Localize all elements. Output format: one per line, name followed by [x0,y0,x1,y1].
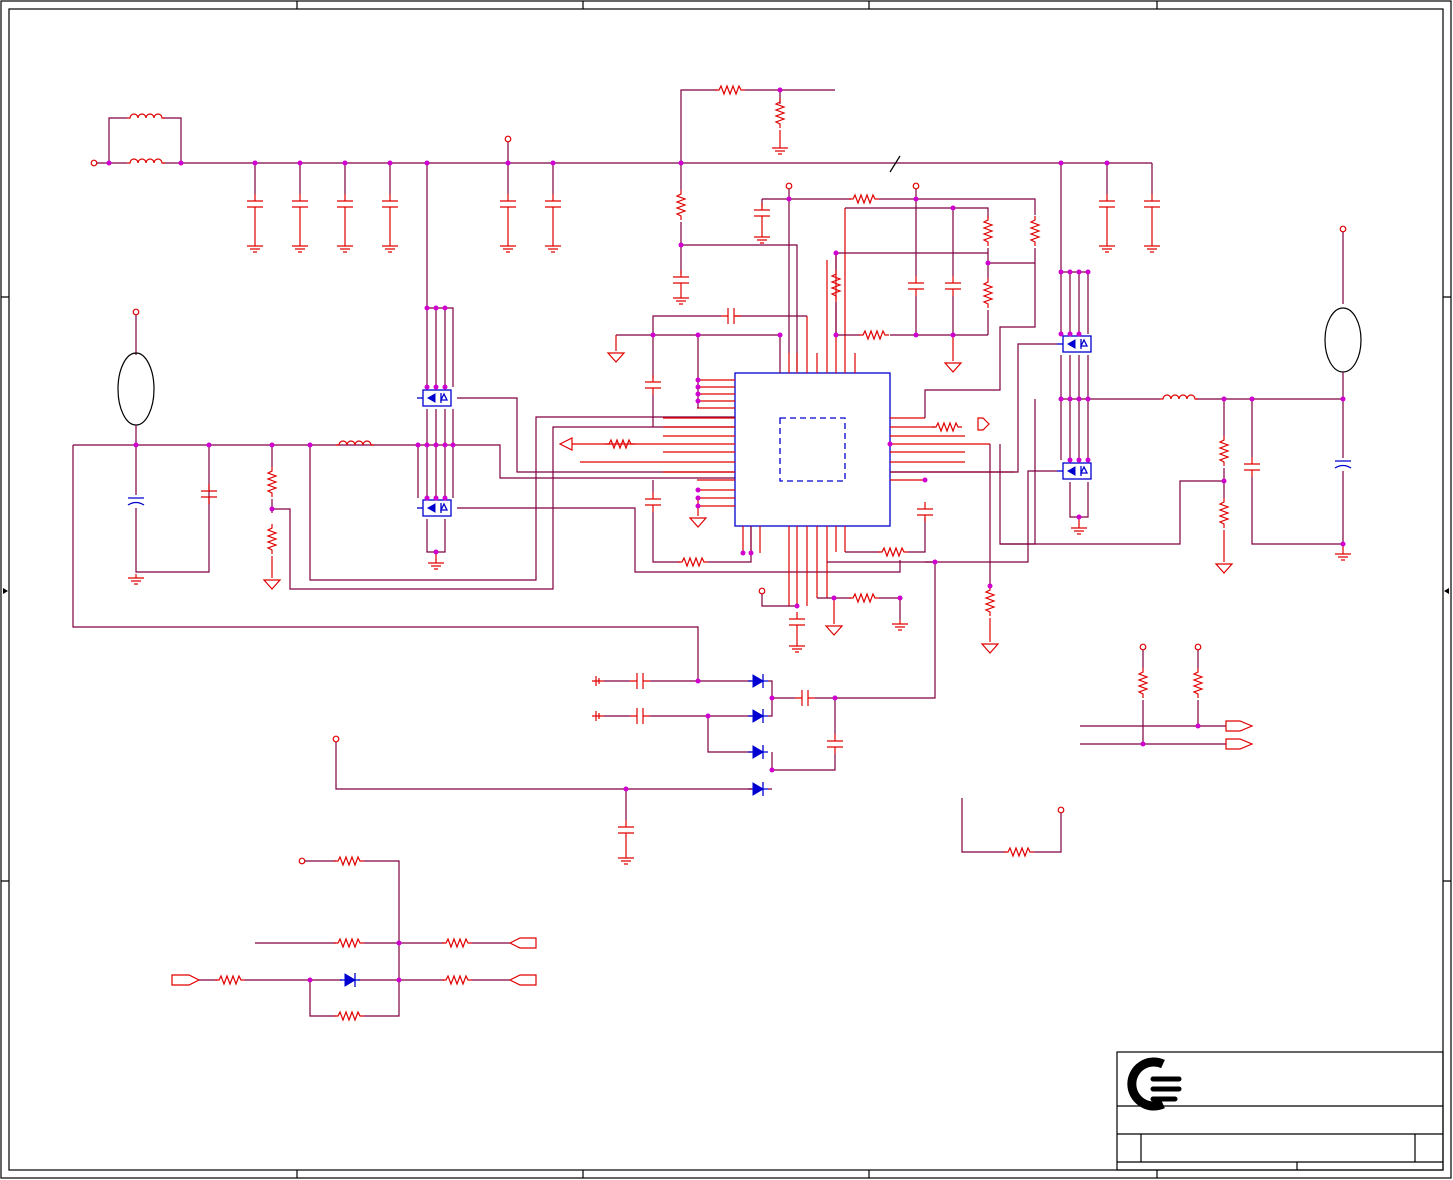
ic-bottom-network [758,417,999,699]
charge-pump [332,672,844,865]
junction-dots [106,87,1346,983]
company-logo [1127,1057,1182,1111]
bottom-logic-network [171,856,537,1021]
title-block [1116,1051,1444,1171]
drawing-frame [0,0,1452,1179]
schematic-canvas [0,0,1452,1179]
bus-pullups [961,643,1254,857]
right-output-stage [890,225,1362,574]
left-output-stage [72,307,901,681]
